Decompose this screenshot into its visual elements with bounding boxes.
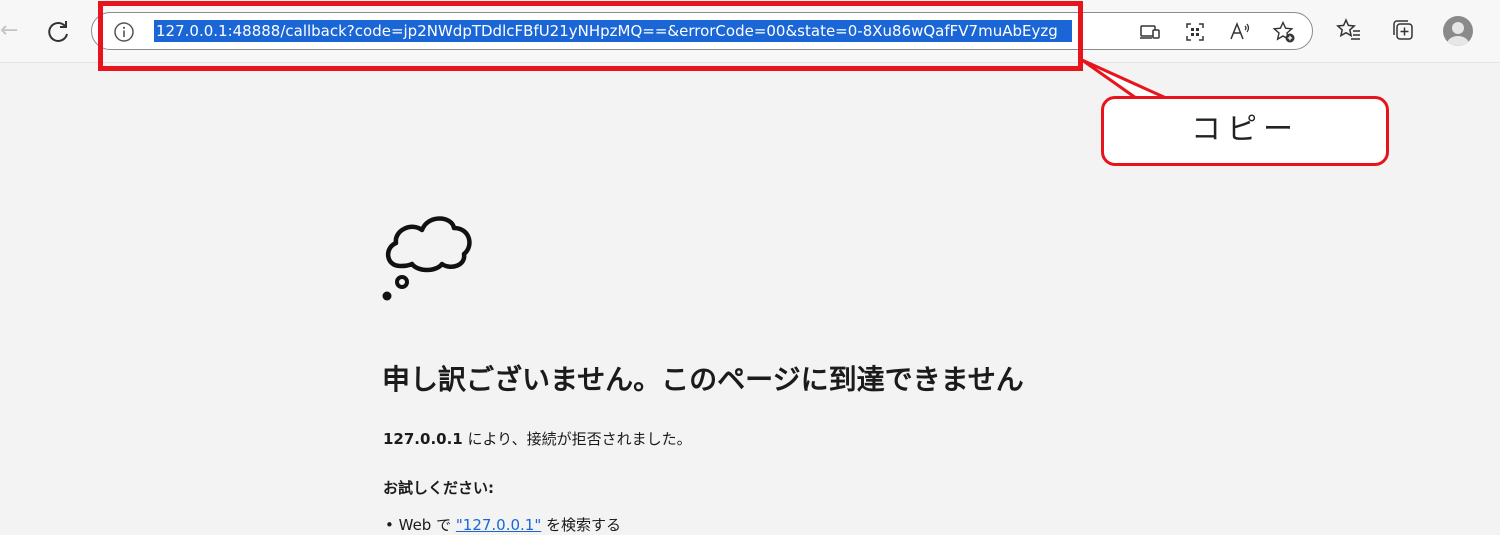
annotation-callout: コピー (1101, 96, 1389, 166)
search-link[interactable]: "127.0.0.1" (456, 516, 541, 534)
error-detail: 127.0.0.1 により、接続が拒否されました。 (383, 428, 692, 449)
error-host: 127.0.0.1 (383, 430, 463, 448)
app-available-icon[interactable] (1138, 20, 1162, 44)
read-aloud-icon[interactable] (1228, 20, 1252, 44)
refresh-icon[interactable] (40, 14, 76, 50)
suggestion-prefix: Web で (398, 516, 456, 534)
favorites-icon[interactable] (1336, 17, 1362, 43)
thought-cloud-icon (382, 216, 472, 301)
collections-icon[interactable] (1390, 17, 1416, 43)
suggestion-item: • Web で "127.0.0.1" を検索する (385, 516, 622, 534)
try-heading: お試しください: (383, 479, 494, 497)
add-favorite-icon[interactable] (1272, 20, 1296, 44)
suggestion-suffix: を検索する (541, 516, 622, 534)
qr-code-icon[interactable] (1183, 20, 1207, 44)
callout-label: コピー (1191, 112, 1299, 147)
error-heading: 申し訳ございません。このページに到達できません (382, 363, 1024, 396)
back-arrow-icon[interactable]: ← (0, 14, 18, 48)
profile-avatar-icon[interactable] (1443, 16, 1473, 46)
error-detail-text: により、接続が拒否されました。 (462, 430, 692, 448)
annotation-highlight-frame (98, 1, 1083, 71)
